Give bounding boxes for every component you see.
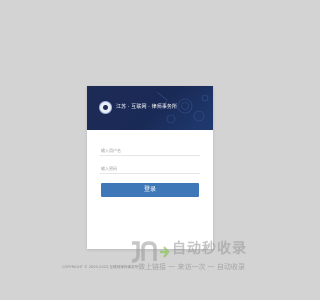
brand-name: 江苏 · 互联网 · 律师事务所 bbox=[116, 104, 178, 110]
login-button[interactable]: 登录 bbox=[101, 183, 199, 197]
login-header: 江苏 · 互联网 · 律师事务所 bbox=[87, 86, 213, 130]
username-input[interactable] bbox=[100, 146, 200, 156]
watermark-slogan: 做上链接 一 来访一次 一 自动收录 bbox=[138, 263, 245, 271]
password-input[interactable] bbox=[100, 164, 200, 174]
watermark: 自动秒收录 做上链接 一 来访一次 一 自动收录 bbox=[128, 236, 280, 276]
logo-emblem-icon bbox=[99, 101, 112, 114]
watermark-title: 自动秒收录 bbox=[172, 241, 247, 257]
